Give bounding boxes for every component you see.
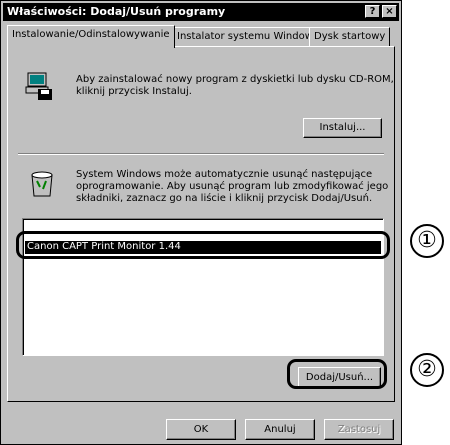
tab-panel: Aby zainstalować nowy program z dyskietk… — [7, 46, 395, 402]
tab-startup-disk[interactable]: Dysk startowy — [309, 27, 391, 47]
install-description: Aby zainstalować nowy program z dyskietk… — [76, 74, 394, 97]
window-title: Właściwości: Dodaj/Usuń programy — [7, 5, 226, 18]
recycle-bin-icon — [26, 167, 58, 199]
remove-description: System Windows może automatycznie usunąć… — [76, 169, 389, 204]
section-divider — [18, 153, 384, 155]
cancel-button[interactable]: Anuluj — [245, 419, 315, 440]
callout-two: ② — [410, 353, 444, 387]
install-icon — [24, 69, 56, 101]
apply-button[interactable]: Zastosuj — [324, 419, 394, 440]
callout-one: ① — [410, 224, 444, 258]
close-button[interactable]: × — [382, 5, 397, 18]
highlight-add-remove-button — [287, 359, 387, 389]
ok-button[interactable]: OK — [166, 419, 236, 440]
tab-strip: Instalowanie/Odinstalowywanie Instalator… — [7, 25, 395, 48]
help-button[interactable]: ? — [365, 5, 380, 18]
install-button[interactable]: Instaluj... — [303, 118, 382, 138]
tab-install-uninstall[interactable]: Instalowanie/Odinstalowywanie — [7, 25, 175, 48]
tab-windows-setup[interactable]: Instalator systemu Windows — [172, 27, 324, 47]
title-bar: Właściwości: Dodaj/Usuń programy ? × — [3, 3, 399, 21]
highlight-program-row — [16, 231, 390, 259]
